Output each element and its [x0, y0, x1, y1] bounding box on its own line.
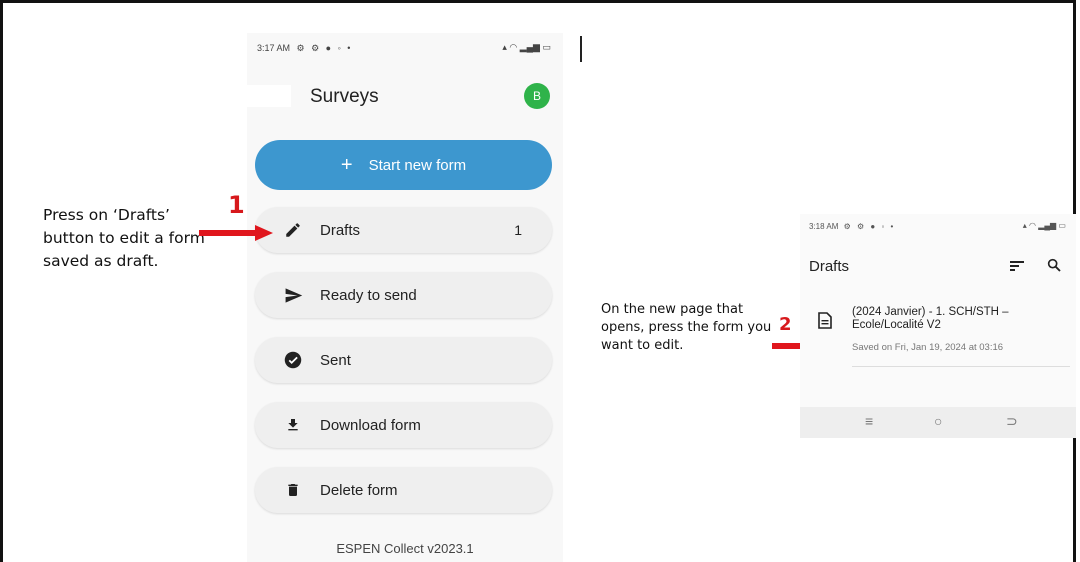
back-icon[interactable]: ⊃: [1006, 413, 1018, 430]
download-form-button[interactable]: Download form: [255, 402, 552, 448]
recent-apps-icon[interactable]: ≡: [865, 413, 873, 429]
start-new-form-button[interactable]: + Start new form: [255, 140, 552, 190]
draft-title: (2024 Janvier) - 1. SCH/STH – Ecole/Loca…: [852, 306, 1009, 331]
sent-button[interactable]: Sent: [255, 337, 552, 383]
download-icon: [283, 415, 303, 435]
drafts-screen: 3:18 AM ⚙ ⚙ ● ◦ • ▴ ◠ ▂▄▆ ▭ Drafts (2024…: [800, 214, 1076, 438]
step1-number: 1: [228, 191, 245, 219]
drafts-count: 1: [514, 222, 522, 238]
step2-instruction: On the new page that opens, press the fo…: [601, 302, 772, 353]
page-title: Surveys: [310, 86, 379, 107]
delete-form-button[interactable]: Delete form: [255, 467, 552, 513]
status-bar-icons: ▴ ◠ ▂▄▆ ▭: [502, 42, 551, 52]
draft-saved-date: Saved on Fri, Jan 19, 2024 at 03:16: [852, 342, 1004, 353]
plus-icon: +: [340, 153, 353, 176]
pencil-icon: [283, 220, 303, 240]
system-nav-bar: ≡ ○ ⊃: [800, 407, 1076, 438]
document-icon: [818, 312, 832, 329]
step1-instruction: Press on ‘Drafts’ button to edit a form …: [43, 206, 205, 270]
page-title: Drafts: [809, 258, 850, 275]
status-bar-icons: ▴ ◠ ▂▄▆ ▭: [1022, 221, 1066, 230]
home-icon[interactable]: ○: [934, 413, 942, 429]
sort-icon[interactable]: [1009, 259, 1025, 273]
send-icon: [283, 285, 303, 305]
surveys-screen: 3:17 AM ⚙ ⚙ ● ◦ • ▴ ◠ ▂▄▆ ▭ Surveys B + …: [247, 33, 563, 562]
status-bar-time: 3:17 AM ⚙ ⚙ ● ◦ •: [257, 43, 353, 53]
step2-number: 2: [779, 314, 792, 335]
divider: [852, 366, 1070, 367]
search-icon[interactable]: [1046, 257, 1062, 273]
drafts-button[interactable]: Drafts 1: [255, 207, 552, 253]
list-item[interactable]: (2024 Janvier) - 1. SCH/STH – Ecole/Loca…: [800, 296, 1076, 366]
divider-line: [580, 36, 582, 62]
ready-to-send-button[interactable]: Ready to send: [255, 272, 552, 318]
app-version: ESPEN Collect v2023.1: [336, 541, 474, 556]
arrow-icon: [199, 225, 273, 241]
status-bar-time: 3:18 AM ⚙ ⚙ ● ◦ •: [809, 222, 896, 231]
avatar[interactable]: B: [524, 83, 550, 109]
logo-placeholder: [247, 85, 291, 107]
check-circle-icon: [283, 350, 303, 370]
trash-icon: [283, 480, 303, 500]
